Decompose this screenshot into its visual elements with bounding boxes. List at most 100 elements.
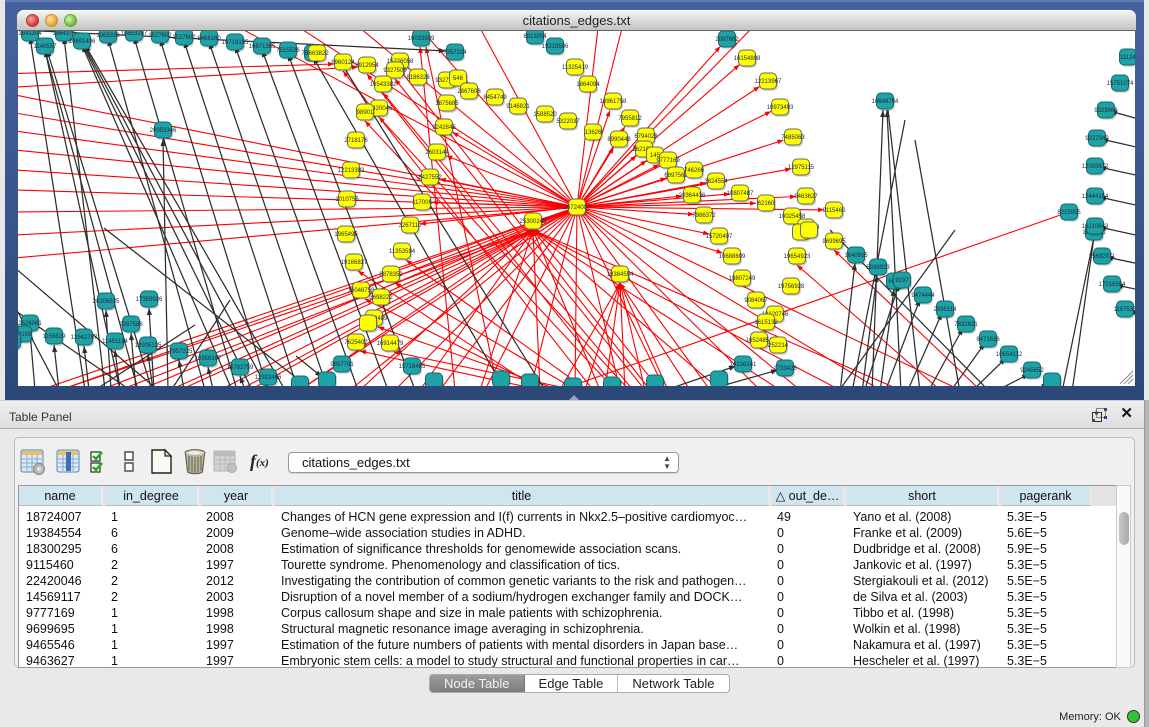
svg-text:14136141: 14136141 bbox=[730, 362, 757, 368]
svg-text:252214: 252214 bbox=[768, 343, 789, 349]
svg-text:9097586: 9097586 bbox=[119, 322, 143, 328]
svg-text:8454749: 8454749 bbox=[483, 95, 507, 101]
svg-text:1527602: 1527602 bbox=[172, 35, 196, 41]
svg-text:62160: 62160 bbox=[758, 201, 775, 207]
svg-text:16033809: 16033809 bbox=[408, 36, 435, 42]
svg-text:3698222: 3698222 bbox=[369, 295, 393, 301]
svg-text:6794028: 6794028 bbox=[634, 134, 658, 140]
svg-text:15720407: 15720407 bbox=[706, 234, 733, 240]
svg-text:7485063: 7485063 bbox=[781, 135, 805, 141]
svg-text:16914479: 16914479 bbox=[377, 341, 404, 347]
svg-text:11353594: 11353594 bbox=[389, 249, 416, 255]
svg-text:746266: 746266 bbox=[684, 168, 705, 174]
svg-text:7515526: 7515526 bbox=[276, 48, 300, 54]
svg-text:8215955: 8215955 bbox=[1057, 210, 1081, 216]
svg-text:1733426: 1733426 bbox=[773, 366, 797, 372]
svg-text:10719155: 10719155 bbox=[222, 40, 249, 46]
svg-text:546: 546 bbox=[453, 76, 464, 82]
svg-text:1156829: 1156829 bbox=[43, 334, 67, 340]
svg-text:8471626: 8471626 bbox=[976, 337, 1000, 343]
svg-text:5938923: 5938923 bbox=[866, 265, 890, 271]
svg-text:18724007: 18724007 bbox=[564, 205, 591, 211]
svg-text:10973493: 10973493 bbox=[767, 105, 794, 111]
svg-text:19384554: 19384554 bbox=[607, 272, 634, 278]
svg-text:3824554: 3824554 bbox=[704, 179, 728, 185]
svg-text:98901: 98901 bbox=[357, 110, 374, 116]
svg-text:3267110: 3267110 bbox=[399, 223, 423, 229]
svg-text:9474444: 9474444 bbox=[911, 293, 935, 299]
svg-text:7955812: 7955812 bbox=[618, 116, 642, 122]
svg-text:12213383: 12213383 bbox=[338, 168, 365, 174]
svg-text:16154808: 16154808 bbox=[734, 56, 761, 62]
svg-text:8813054: 8813054 bbox=[523, 34, 547, 40]
svg-text:8912954: 8912954 bbox=[355, 63, 379, 69]
svg-text:9329966: 9329966 bbox=[1094, 108, 1118, 114]
svg-text:1965495: 1965495 bbox=[334, 232, 358, 238]
svg-text:9245652: 9245652 bbox=[1020, 368, 1044, 374]
svg-text:2867608: 2867608 bbox=[457, 89, 481, 95]
svg-text:13626: 13626 bbox=[585, 130, 602, 136]
svg-text:12093872: 12093872 bbox=[1082, 164, 1109, 170]
svg-text:3875685: 3875685 bbox=[435, 101, 459, 107]
svg-text:12444154: 12444154 bbox=[1082, 194, 1109, 200]
svg-text:20053346: 20053346 bbox=[150, 128, 177, 134]
svg-text:12942757: 12942757 bbox=[71, 335, 98, 341]
svg-text:7357224: 7357224 bbox=[443, 50, 467, 56]
svg-text:9327509: 9327509 bbox=[383, 68, 407, 74]
svg-text:11124: 11124 bbox=[1120, 55, 1136, 61]
svg-text:1140557: 1140557 bbox=[34, 44, 58, 50]
svg-text:8990448: 8990448 bbox=[607, 137, 631, 143]
svg-text:9699695: 9699695 bbox=[822, 239, 846, 245]
svg-text:1640955: 1640955 bbox=[844, 253, 868, 259]
svg-text:12975115: 12975115 bbox=[788, 165, 815, 171]
svg-text:10961758: 10961758 bbox=[600, 99, 627, 105]
svg-text:25300243: 25300243 bbox=[520, 219, 547, 225]
svg-text:17359926: 17359926 bbox=[136, 297, 163, 303]
svg-text:2603144: 2603144 bbox=[425, 150, 449, 156]
svg-text:10654112: 10654112 bbox=[996, 352, 1023, 358]
svg-text:1615132: 1615132 bbox=[754, 320, 778, 326]
svg-text:(x): (x) bbox=[256, 457, 269, 469]
svg-text:17957225: 17957225 bbox=[166, 349, 193, 355]
svg-text:2718176: 2718176 bbox=[344, 138, 368, 144]
svg-text:11325419: 11325419 bbox=[562, 65, 589, 71]
svg-text:16046758: 16046758 bbox=[348, 288, 375, 294]
svg-text:19166827: 19166827 bbox=[341, 260, 368, 266]
svg-text:20691406: 20691406 bbox=[69, 39, 96, 45]
svg-text:1964371: 1964371 bbox=[52, 31, 76, 37]
svg-text:12213967: 12213967 bbox=[755, 79, 782, 85]
svg-text:10653267: 10653267 bbox=[121, 31, 148, 37]
svg-text:10958107: 10958107 bbox=[195, 356, 222, 362]
svg-text:10807487: 10807487 bbox=[727, 191, 754, 197]
svg-text:9463627: 9463627 bbox=[794, 194, 818, 200]
svg-text:2087682: 2087682 bbox=[715, 37, 739, 43]
svg-text:7663822: 7663822 bbox=[305, 51, 329, 57]
svg-text:8878352: 8878352 bbox=[379, 272, 403, 278]
svg-text:1010755: 1010755 bbox=[335, 197, 359, 203]
svg-text:1841304: 1841304 bbox=[18, 31, 42, 37]
svg-text:16648784: 16648784 bbox=[872, 99, 899, 105]
svg-text:9242845: 9242845 bbox=[432, 125, 456, 131]
svg-text:19218506: 19218506 bbox=[542, 44, 569, 50]
svg-text:20364436: 20364436 bbox=[679, 193, 706, 199]
svg-text:19654923: 19654923 bbox=[784, 254, 811, 260]
svg-text:10688609: 10688609 bbox=[719, 254, 746, 260]
svg-text:12923466: 12923466 bbox=[255, 375, 282, 381]
svg-text:6466160: 6466160 bbox=[197, 36, 221, 42]
svg-text:8960124: 8960124 bbox=[331, 60, 355, 66]
svg-text:7986372: 7986372 bbox=[692, 213, 716, 219]
svg-text:9146821: 9146821 bbox=[506, 104, 530, 110]
svg-text:9197: 9197 bbox=[895, 278, 909, 284]
svg-text:16782759: 16782759 bbox=[227, 365, 254, 371]
svg-text:2935114: 2935114 bbox=[934, 307, 958, 313]
svg-text:8186328: 8186328 bbox=[406, 75, 430, 81]
svg-text:8427552: 8427552 bbox=[418, 175, 442, 181]
svg-text:9857791: 9857791 bbox=[330, 362, 354, 368]
svg-text:1065326: 1065326 bbox=[96, 33, 120, 39]
svg-text:9084067: 9084067 bbox=[744, 298, 768, 304]
svg-text:16210643: 16210643 bbox=[1082, 224, 1109, 230]
svg-text:9115460: 9115460 bbox=[823, 208, 847, 214]
svg-text:9227342: 9227342 bbox=[1085, 136, 1109, 142]
svg-text:17016504: 17016504 bbox=[1099, 282, 1126, 288]
svg-text:1167533: 1167533 bbox=[1114, 307, 1138, 313]
